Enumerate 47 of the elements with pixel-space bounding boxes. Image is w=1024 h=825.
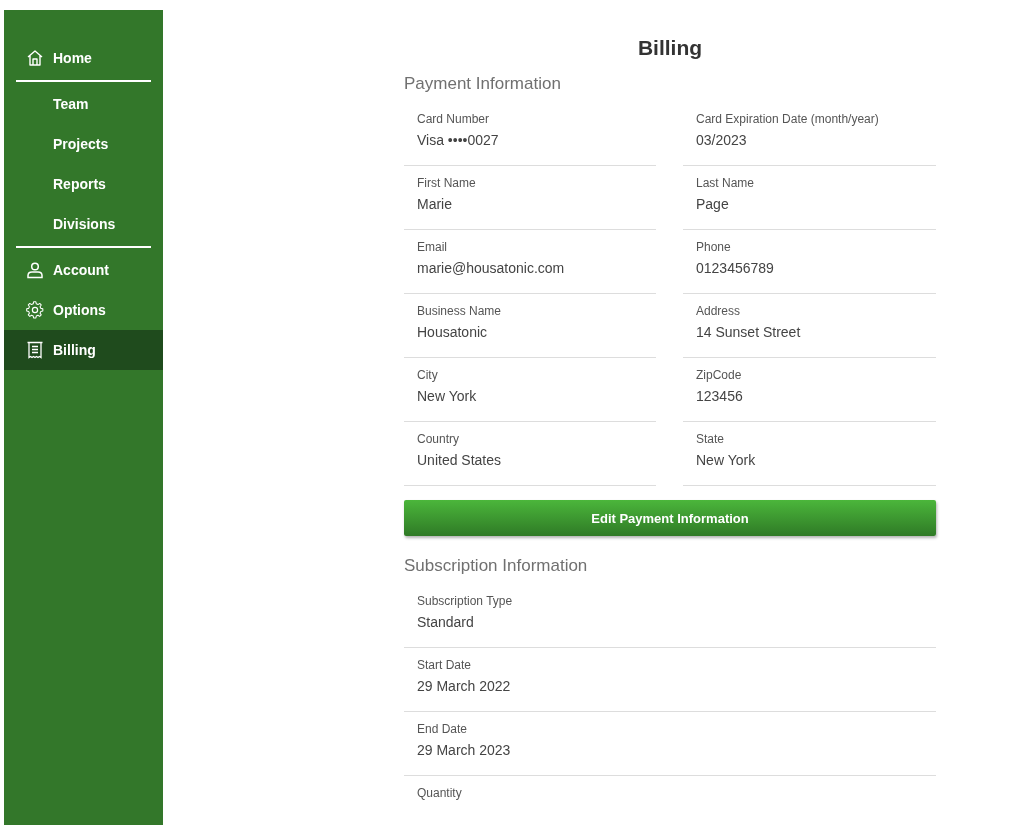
nav-item[interactable]: Team (4, 84, 163, 124)
nav-item[interactable]: Divisions (4, 204, 163, 244)
nav-item[interactable]: Home (4, 38, 163, 78)
field-value: marie@housatonic.com (417, 259, 566, 277)
field-label: City (417, 367, 439, 383)
section-heading: Payment Information (404, 74, 562, 94)
field-label: Phone (696, 239, 732, 255)
field-value: 29 March 2023 (417, 741, 512, 759)
field-label: Card Number (417, 111, 491, 127)
field-label: Email (417, 239, 448, 255)
field-label: Quantity (417, 785, 463, 801)
nav-item[interactable]: Reports (4, 164, 163, 204)
field-label: Subscription Type (417, 593, 514, 609)
field-value: Marie (417, 195, 453, 213)
field-label: Address (696, 303, 742, 319)
nav-item[interactable]: Projects (4, 124, 163, 164)
field-value: Standard (417, 613, 475, 631)
home-icon (26, 49, 44, 67)
field-value: 0123456789 (696, 259, 775, 277)
field-label: Last Name (696, 175, 756, 191)
field-value: Page (696, 195, 730, 213)
edit-payment-button[interactable]: Edit Payment Information (404, 500, 936, 536)
page-title: Billing (636, 36, 704, 60)
field-label: State (696, 431, 726, 447)
nav-item[interactable]: Billing (4, 330, 163, 370)
field-value: United States (417, 451, 503, 469)
field-value: 123456 (696, 387, 744, 405)
field-value: 14 Sunset Street (696, 323, 802, 341)
field-value: Housatonic (417, 323, 489, 341)
person-icon (26, 261, 44, 279)
field-label: Start Date (417, 657, 473, 673)
nav-item[interactable]: Account (4, 250, 163, 290)
field-label: End Date (417, 721, 469, 737)
section-heading: Subscription Information (404, 556, 589, 576)
settings-icon (26, 301, 44, 319)
field-value: New York (696, 451, 757, 469)
field-label: Country (417, 431, 461, 447)
field-label: Card Expiration Date (month/year) (696, 111, 880, 127)
field-value: New York (417, 387, 478, 405)
field-label: Business Name (417, 303, 503, 319)
nav-item[interactable]: Options (4, 290, 163, 330)
field-label: ZipCode (696, 367, 743, 383)
field-value: 03/2023 (696, 131, 748, 149)
field-label: First Name (417, 175, 477, 191)
field-value: 29 March 2022 (417, 677, 512, 695)
field-value: Visa ••••0027 (417, 131, 500, 149)
receipt-icon (26, 341, 44, 359)
